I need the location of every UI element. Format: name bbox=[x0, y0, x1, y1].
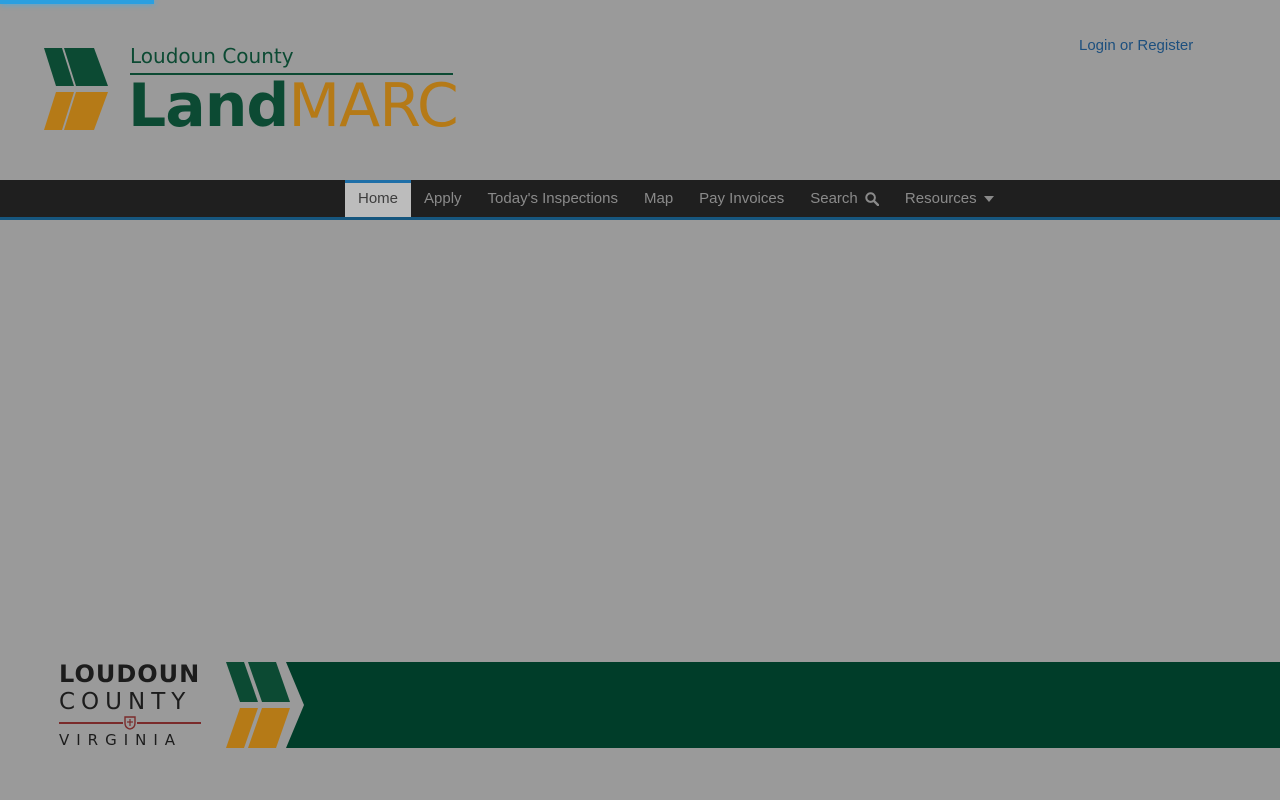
nav-item-label: Pay Invoices bbox=[699, 190, 785, 207]
landmarc-logo[interactable]: Loudoun County LandMARC bbox=[44, 44, 464, 140]
footer-logo-line1: LOUDOUN bbox=[59, 660, 201, 688]
caret-down-icon bbox=[983, 196, 994, 203]
nav-item-label: Search bbox=[810, 190, 858, 207]
logo-marc-text: MARC bbox=[288, 71, 458, 141]
nav-item-label: Map bbox=[643, 190, 674, 207]
nav-item-todays-inspections[interactable]: Today's Inspections bbox=[475, 180, 631, 217]
nav-item-label: Resources bbox=[904, 190, 977, 207]
nav-item-label: Today's Inspections bbox=[487, 190, 618, 207]
logo-county-text: Loudoun County bbox=[130, 44, 294, 68]
nav-item-resources[interactable]: Resources bbox=[892, 180, 1007, 217]
logo-wordmark: LandMARC bbox=[128, 71, 459, 141]
search-icon bbox=[865, 192, 880, 207]
nav-item-pay-invoices[interactable]: Pay Invoices bbox=[686, 180, 797, 217]
nav-menu: Home Apply Today's Inspections Map Pay I… bbox=[345, 180, 1007, 217]
nav-item-label: Home bbox=[358, 190, 399, 207]
logo-land-text: Land bbox=[128, 71, 289, 141]
page: Loudoun County LandMARC Login or Registe… bbox=[0, 0, 1280, 800]
footer-brand-band bbox=[226, 662, 1280, 748]
footer-logo-line3: VIRGINIA bbox=[59, 731, 183, 749]
loudoun-county-virginia-logo: LOUDOUN COUNTY VIRGINIA bbox=[59, 660, 204, 752]
nav-item-label: Apply bbox=[424, 190, 462, 207]
nav-item-home[interactable]: Home bbox=[345, 180, 412, 217]
loading-progress-bar bbox=[0, 0, 154, 4]
login-register-link[interactable]: Login or Register bbox=[1079, 37, 1193, 54]
nav-item-map[interactable]: Map bbox=[631, 180, 686, 217]
footer-logo-line2: COUNTY bbox=[59, 689, 192, 715]
chevron-logo-icon bbox=[44, 48, 108, 130]
county-crest-icon bbox=[123, 716, 137, 730]
nav-item-apply[interactable]: Apply bbox=[411, 180, 475, 217]
main-navbar: Home Apply Today's Inspections Map Pay I… bbox=[0, 180, 1280, 220]
nav-item-search[interactable]: Search bbox=[797, 180, 892, 217]
